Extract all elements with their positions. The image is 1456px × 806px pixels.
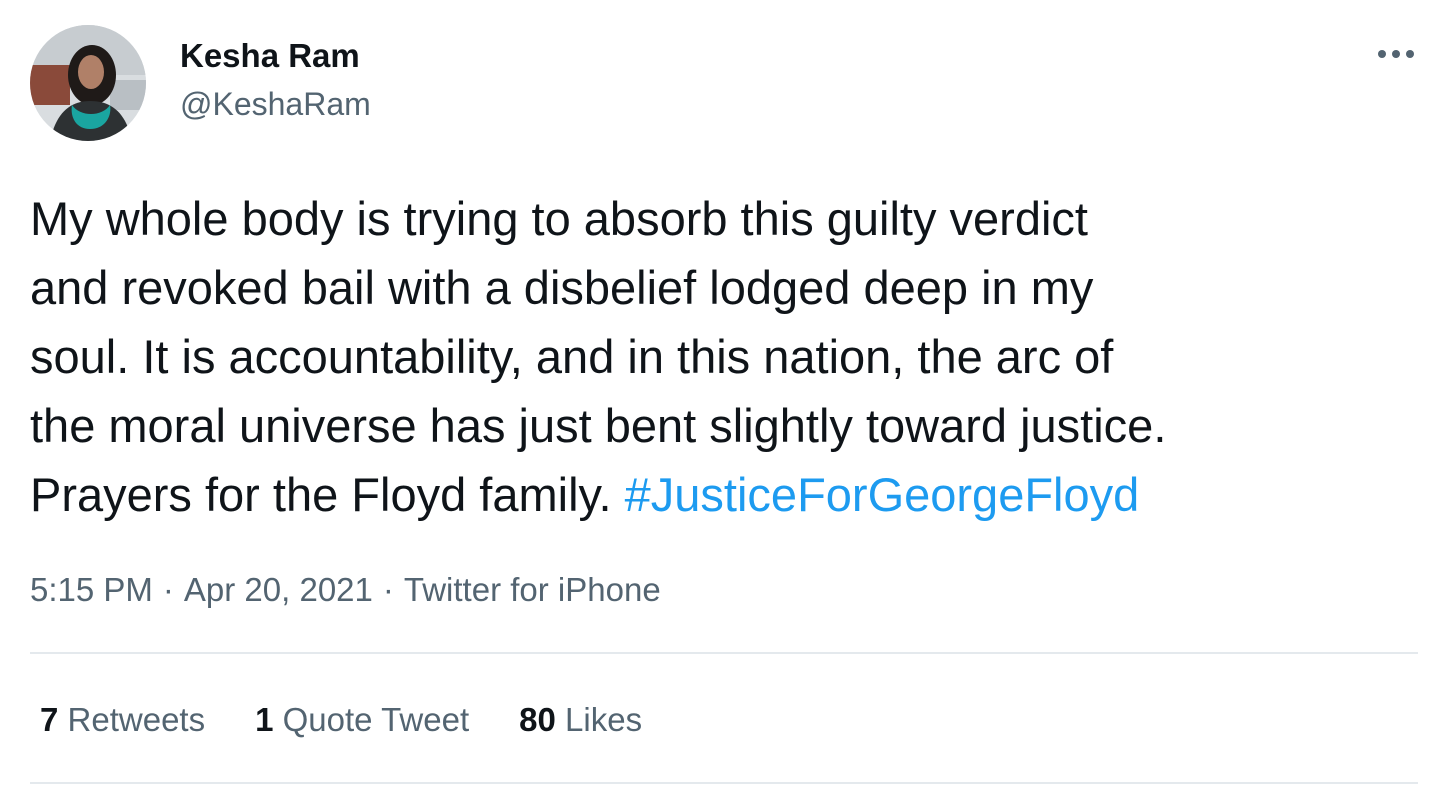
retweets-count: 7 — [40, 701, 59, 738]
tweet-text: My whole body is trying to absorb this g… — [30, 184, 1440, 529]
tweet-date[interactable]: Apr 20, 2021 — [184, 571, 373, 608]
display-name[interactable]: Kesha Ram — [180, 36, 360, 76]
retweets-stat[interactable]: 7 Retweets — [40, 698, 205, 742]
more-horizontal-icon — [1378, 50, 1414, 58]
user-handle[interactable]: @KeshaRam — [180, 84, 371, 124]
tweet-text-line: My whole body is trying to absorb this g… — [30, 192, 1088, 245]
quote-tweets-label: Quote Tweet — [282, 701, 470, 738]
more-options-button[interactable] — [1372, 36, 1420, 72]
avatar[interactable] — [30, 25, 146, 141]
likes-stat[interactable]: 80 Likes — [519, 698, 642, 742]
tweet-metadata: 5:15 PM · Apr 20, 2021 · Twitter for iPhone — [30, 568, 661, 612]
tweet-text-line: and revoked bail with a disbelief lodged… — [30, 261, 1094, 314]
meta-separator: · — [162, 571, 174, 608]
tweet-time[interactable]: 5:15 PM — [30, 571, 153, 608]
quote-tweets-count: 1 — [255, 701, 274, 738]
divider — [30, 652, 1418, 654]
retweets-label: Retweets — [67, 701, 206, 738]
likes-count: 80 — [519, 701, 556, 738]
avatar-image — [30, 25, 146, 141]
tweet-stats: 7 Retweets 1 Quote Tweet 80 Likes — [40, 698, 692, 742]
tweet-text-line: the moral universe has just bent slightl… — [30, 399, 1167, 452]
hashtag-link[interactable]: #JusticeForGeorgeFloyd — [625, 468, 1140, 521]
likes-label: Likes — [565, 701, 643, 738]
tweet-card: Kesha Ram @KeshaRam My whole body is try… — [0, 0, 1456, 806]
tweet-source-link[interactable]: Twitter for iPhone — [404, 571, 661, 608]
tweet-text-line: soul. It is accountability, and in this … — [30, 330, 1114, 383]
quote-tweets-stat[interactable]: 1 Quote Tweet — [255, 698, 469, 742]
tweet-text-segment: Prayers for the Floyd family. — [30, 468, 612, 521]
meta-separator: · — [382, 571, 394, 608]
tweet-text-line-last: Prayers for the Floyd family. #JusticeFo… — [30, 460, 1440, 529]
divider — [30, 782, 1418, 784]
